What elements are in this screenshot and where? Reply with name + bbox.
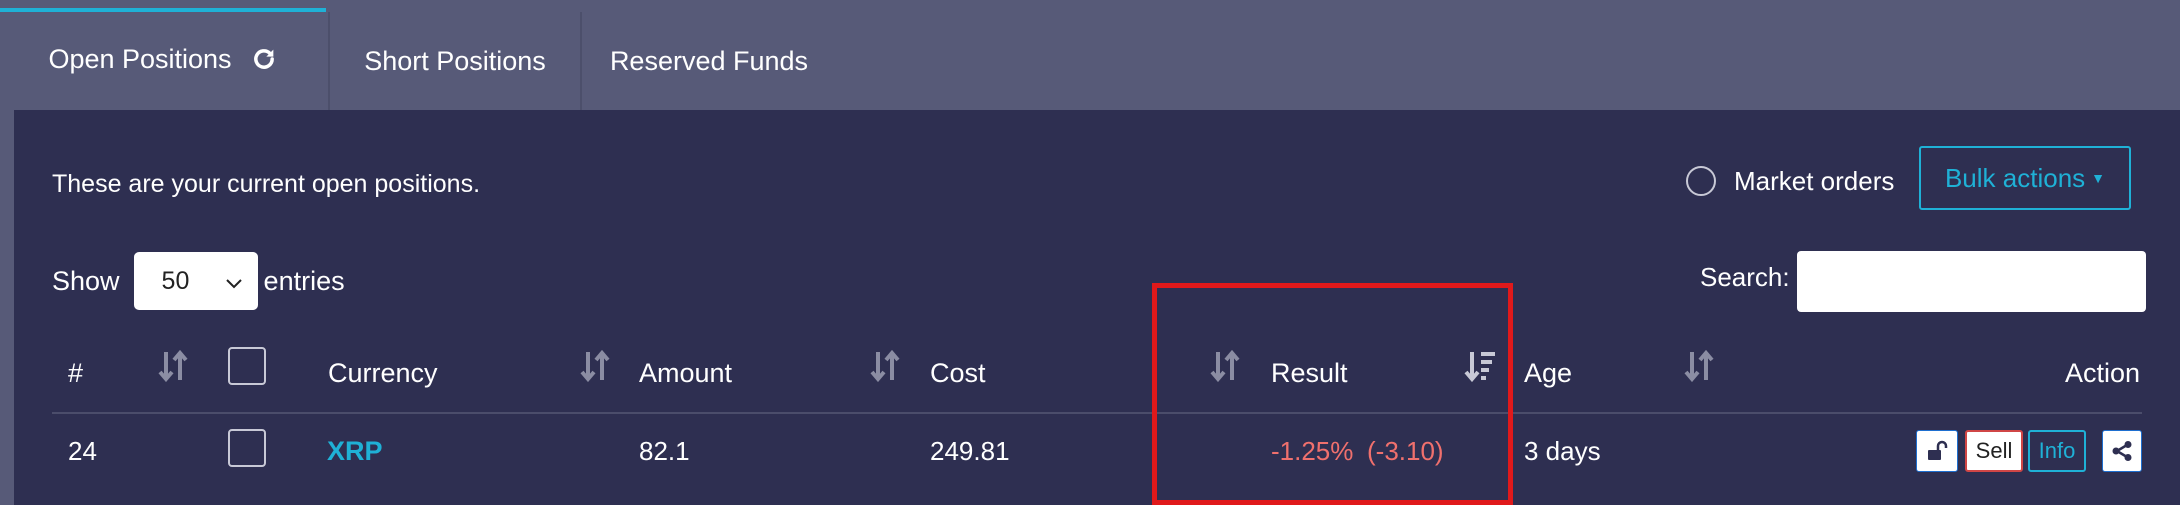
- entries-value: 50: [161, 266, 190, 295]
- refresh-icon[interactable]: [250, 45, 278, 73]
- sort-icon[interactable]: [157, 348, 189, 384]
- tab-open-positions[interactable]: Open Positions: [0, 8, 326, 106]
- column-header-cost[interactable]: Cost: [930, 358, 986, 389]
- info-button[interactable]: Info: [2028, 430, 2086, 472]
- caret-down-icon: ▼: [2091, 170, 2106, 186]
- tab-label: Open Positions: [48, 43, 232, 74]
- tab-label: Short Positions: [364, 45, 546, 76]
- entries-length-control: Show 50 entries: [52, 252, 345, 310]
- entries-select[interactable]: 50: [133, 252, 258, 310]
- search-label: Search:: [1700, 262, 1790, 292]
- column-header-action: Action: [2065, 358, 2141, 388]
- entries-label: entries: [263, 265, 345, 296]
- sell-button[interactable]: Sell: [1965, 430, 2023, 472]
- row-checkbox[interactable]: [228, 429, 266, 467]
- column-header-currency[interactable]: Currency: [328, 358, 438, 389]
- amount-cell: 82.1: [639, 436, 690, 466]
- chevron-down-icon: [225, 267, 242, 296]
- sort-icon[interactable]: [869, 348, 901, 384]
- row-number: 24: [68, 436, 97, 466]
- currency-link[interactable]: XRP: [327, 436, 383, 467]
- sort-icon[interactable]: [1683, 348, 1715, 384]
- age-cell: 3 days: [1524, 436, 1601, 466]
- tab-short-positions[interactable]: Short Positions: [330, 12, 580, 110]
- tab-label: Reserved Funds: [609, 45, 809, 76]
- unlock-button[interactable]: [1916, 430, 1958, 472]
- cost-cell: 249.81: [930, 436, 1010, 466]
- bulk-actions-label: Bulk actions: [1944, 162, 2086, 193]
- column-header-num[interactable]: #: [68, 358, 83, 389]
- market-orders-label: Market orders: [1734, 165, 1895, 196]
- market-orders-radio[interactable]: [1686, 166, 1716, 196]
- open-positions-page: Open Positions Short Positions Reserved …: [0, 0, 2180, 505]
- show-label: Show: [52, 265, 120, 296]
- column-header-age[interactable]: Age: [1524, 358, 1572, 389]
- market-orders-toggle[interactable]: Market orders: [1686, 162, 1894, 200]
- sort-icon[interactable]: [579, 348, 611, 384]
- tab-bar: Open Positions Short Positions Reserved …: [0, 0, 2180, 110]
- column-header-amount[interactable]: Amount: [639, 358, 732, 389]
- search-input[interactable]: [1797, 251, 2146, 312]
- header-divider: [52, 412, 2142, 414]
- bulk-actions-button[interactable]: Bulk actions ▼: [1919, 146, 2131, 210]
- result-highlight-box: [1152, 283, 1513, 505]
- unlock-icon: [1928, 440, 1948, 460]
- share-icon: [2112, 441, 2132, 461]
- select-all-checkbox[interactable]: [228, 347, 266, 385]
- intro-text: These are your current open positions.: [52, 170, 481, 198]
- share-button[interactable]: [2102, 430, 2142, 472]
- tab-reserved-funds[interactable]: Reserved Funds: [582, 12, 836, 110]
